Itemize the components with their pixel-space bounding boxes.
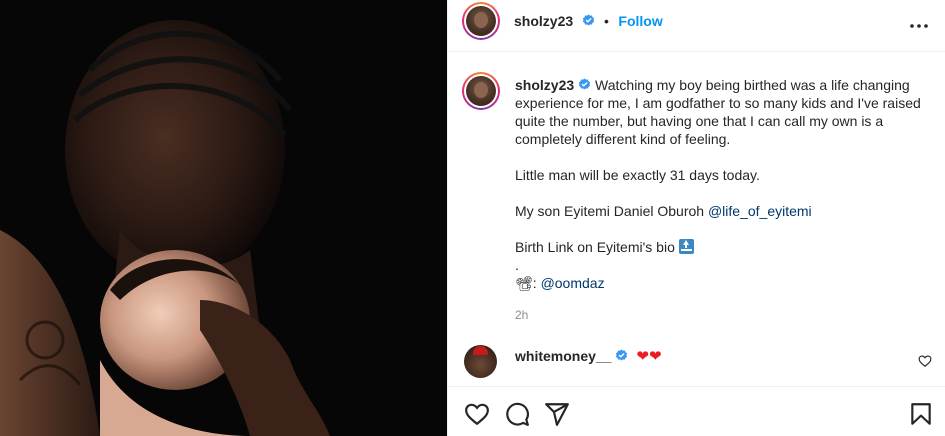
like-heart-icon[interactable] [464,401,490,427]
bookmark-icon[interactable] [908,401,934,427]
caption-avatar[interactable] [462,72,500,110]
commenter-username[interactable]: whitemoney__ [515,348,611,364]
follow-button[interactable]: Follow [618,13,662,29]
share-icon[interactable] [544,401,570,427]
projector-emoji-icon: 📽 [515,275,533,291]
mention-link-oomdaz[interactable]: @oomdaz [541,275,605,291]
header-username[interactable]: sholzy23 [514,13,573,29]
comment-hearts: ❤❤ [636,348,662,365]
separator-dot: • [604,13,609,29]
post-header: sholzy23 • Follow [448,0,945,52]
verified-badge-icon [579,78,591,90]
top-arrow-emoji-icon [678,239,694,254]
caption-dot-line: . [515,257,519,273]
post-actions-bar [448,386,945,436]
comment-row: whitemoney__ ❤❤ [464,345,934,379]
caption-paragraph-2: Little man will be exactly 31 days today… [515,167,760,183]
caption-paragraph-4: Birth Link on Eyitemi's bio [515,239,679,255]
verified-badge-icon [582,14,594,26]
commenter-avatar[interactable] [464,345,497,378]
credit-label: : [532,275,541,291]
comment-like-heart-icon[interactable] [918,354,932,368]
post-timestamp[interactable]: 2h [515,308,528,322]
caption-paragraph-3: My son Eyitemi Daniel Oburoh [515,203,708,219]
header-user-row: sholzy23 • Follow [514,13,663,31]
post-details-panel: sholzy23 • Follow sholzy23 Watching my b… [447,0,945,436]
caption-paragraph-1: Watching my boy being birthed was a life… [515,77,921,147]
post-image[interactable] [0,0,447,436]
caption-username[interactable]: sholzy23 [515,77,574,93]
more-horizontal-icon[interactable] [908,15,930,37]
comment-icon[interactable] [504,401,530,427]
mention-link-life-of-eyitemi[interactable]: @life_of_eyitemi [708,203,812,219]
verified-badge-icon [616,349,628,361]
post-caption: sholzy23 Watching my boy being birthed w… [515,76,925,292]
author-avatar[interactable] [462,2,500,40]
post-photo [0,0,447,436]
comment-body: whitemoney__ ❤❤ [515,347,662,365]
